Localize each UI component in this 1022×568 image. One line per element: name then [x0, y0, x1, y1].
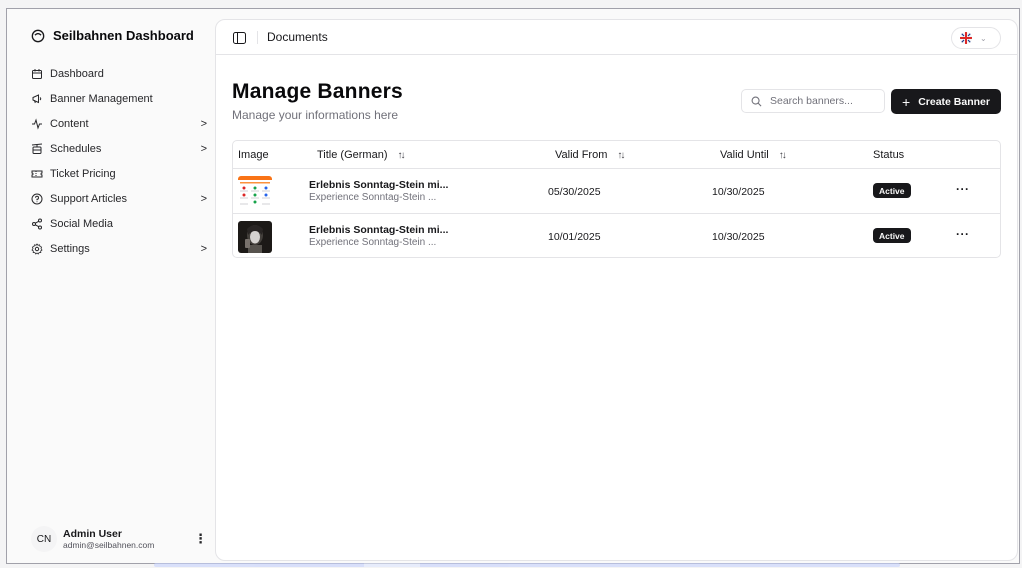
- app-window: Seilbahnen Dashboard Dashboard Banner Ma…: [6, 8, 1020, 564]
- sidebar-item-label: Content: [50, 117, 89, 130]
- horizontal-scrollbar[interactable]: [154, 563, 900, 567]
- valid-from: 10/01/2025: [548, 231, 601, 243]
- chevron-right-icon: >: [200, 192, 207, 205]
- share-icon: [31, 218, 43, 230]
- banner-subtitle: Experience Sonntag-Stein ...: [309, 192, 437, 203]
- user-menu-icon[interactable]: ⋮: [194, 531, 211, 547]
- sidebar-item-social-media[interactable]: Social Media: [25, 211, 207, 236]
- page-title: Manage Banners: [232, 80, 403, 103]
- row-actions-icon[interactable]: ···: [956, 182, 970, 196]
- banner-thumbnail[interactable]: [238, 221, 272, 253]
- sidebar-item-settings[interactable]: Settings >: [25, 236, 207, 261]
- plus-icon: +: [902, 93, 911, 110]
- table-row[interactable]: Erlebnis Sonntag-Stein mi... Experience …: [233, 169, 1000, 214]
- search-input[interactable]: [770, 95, 880, 107]
- banner-subtitle: Experience Sonntag-Stein ...: [309, 237, 437, 248]
- user-profile[interactable]: CN Admin User admin@seilbahnen.com ⋮: [31, 524, 211, 554]
- brand[interactable]: Seilbahnen Dashboard: [31, 28, 194, 43]
- uk-flag-icon: [960, 32, 972, 44]
- search-icon: [751, 96, 762, 106]
- logo-icon: [31, 29, 45, 42]
- scrollbar-thumb[interactable]: [364, 563, 420, 567]
- cable-car-icon: [31, 143, 43, 155]
- sidebar-item-label: Ticket Pricing: [50, 167, 116, 180]
- sidebar-toggle-icon[interactable]: [233, 31, 246, 44]
- avatar: CN: [31, 526, 57, 552]
- sidebar-item-label: Support Articles: [50, 192, 128, 205]
- sidebar-nav: Dashboard Banner Management Content > Sc…: [25, 61, 207, 261]
- banner-title: Erlebnis Sonntag-Stein mi...: [309, 224, 449, 236]
- sort-icon[interactable]: ↑↓: [398, 150, 406, 161]
- status-badge: Active: [873, 228, 911, 243]
- topbar: Documents ⌄: [216, 20, 1017, 55]
- chevron-right-icon: >: [200, 142, 207, 155]
- valid-until: 10/30/2025: [712, 186, 765, 198]
- column-header-image: Image: [238, 149, 269, 161]
- column-header-status: Status: [873, 149, 905, 161]
- ticket-icon: [31, 168, 43, 180]
- sidebar-item-dashboard[interactable]: Dashboard: [25, 61, 207, 86]
- sidebar-item-schedules[interactable]: Schedules >: [25, 136, 207, 161]
- sort-icon[interactable]: ↑↓: [779, 150, 787, 161]
- valid-until: 10/30/2025: [712, 231, 765, 243]
- column-header-valid-until[interactable]: Valid Until ↑↓: [720, 149, 787, 161]
- create-banner-label: Create Banner: [918, 95, 990, 108]
- sidebar: Seilbahnen Dashboard Dashboard Banner Ma…: [7, 9, 215, 563]
- banner-title: Erlebnis Sonntag-Stein mi...: [309, 179, 449, 191]
- user-email: admin@seilbahnen.com: [63, 539, 155, 550]
- sidebar-item-label: Social Media: [50, 217, 113, 230]
- sidebar-item-support-articles[interactable]: Support Articles >: [25, 186, 207, 211]
- megaphone-icon: [31, 93, 43, 105]
- sidebar-item-label: Settings: [50, 242, 90, 255]
- main-panel: Documents ⌄ Manage Banners Manage your i…: [215, 19, 1018, 561]
- language-selector[interactable]: ⌄: [951, 27, 1001, 49]
- page-subtitle: Manage your informations here: [232, 108, 399, 122]
- valid-from: 05/30/2025: [548, 186, 601, 198]
- calendar-icon: [31, 68, 43, 80]
- sidebar-item-label: Schedules: [50, 142, 102, 155]
- sidebar-item-content[interactable]: Content >: [25, 111, 207, 136]
- status-badge: Active: [873, 183, 911, 198]
- brand-name: Seilbahnen Dashboard: [53, 28, 194, 43]
- chevron-down-icon: ⌄: [980, 33, 987, 43]
- column-header-valid-from[interactable]: Valid From ↑↓: [555, 149, 625, 161]
- table-row[interactable]: Erlebnis Sonntag-Stein mi... Experience …: [233, 214, 1000, 257]
- banner-thumbnail[interactable]: [238, 176, 272, 208]
- chevron-right-icon: >: [200, 242, 207, 255]
- chevron-right-icon: >: [200, 117, 207, 130]
- sidebar-item-banner-management[interactable]: Banner Management: [25, 86, 207, 111]
- breadcrumb: Documents: [267, 30, 328, 44]
- banners-table: Image Title (German) ↑↓ Valid From ↑↓ Va…: [232, 140, 1001, 258]
- help-circle-icon: [31, 193, 43, 205]
- topbar-divider: [257, 31, 258, 44]
- activity-icon: [31, 117, 43, 130]
- sort-icon[interactable]: ↑↓: [617, 150, 625, 161]
- create-banner-button[interactable]: + Create Banner: [891, 89, 1001, 114]
- sidebar-item-label: Banner Management: [50, 92, 153, 105]
- sidebar-item-ticket-pricing[interactable]: Ticket Pricing: [25, 161, 207, 186]
- column-header-title[interactable]: Title (German) ↑↓: [317, 149, 406, 161]
- row-actions-icon[interactable]: ···: [956, 227, 970, 241]
- table-header: Image Title (German) ↑↓ Valid From ↑↓ Va…: [233, 141, 1000, 169]
- search-box[interactable]: [741, 89, 885, 113]
- sidebar-item-label: Dashboard: [50, 67, 104, 80]
- user-name: Admin User: [63, 527, 122, 540]
- gear-icon: [31, 242, 43, 255]
